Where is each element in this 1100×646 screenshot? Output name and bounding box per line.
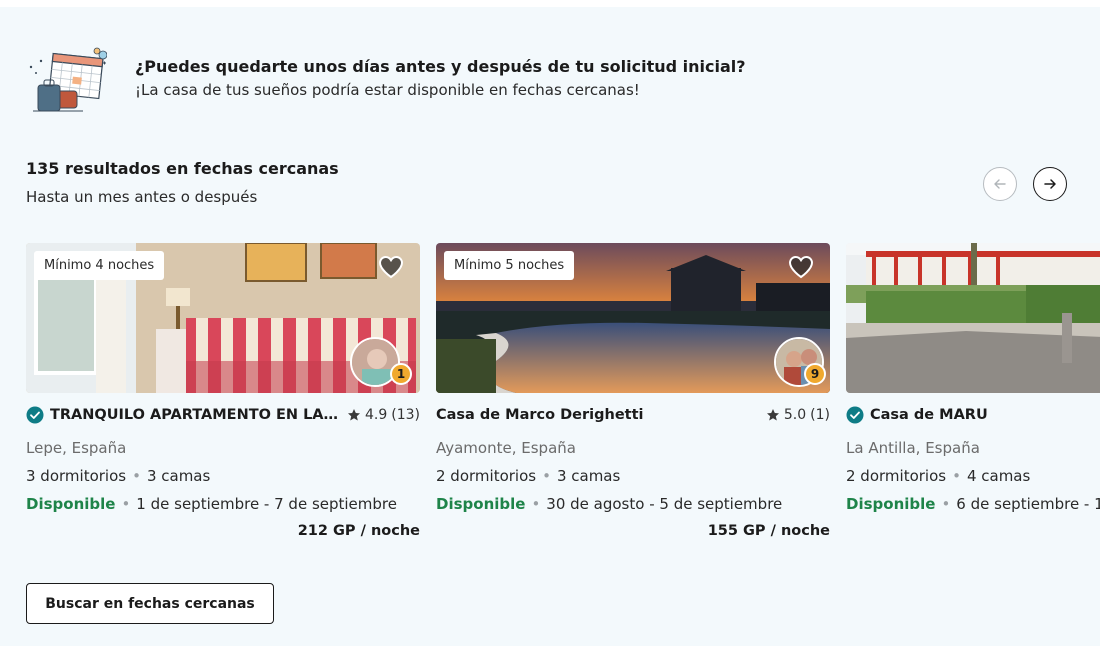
arrow-left-icon	[994, 179, 1006, 189]
rating-value: 4.9	[364, 407, 388, 423]
listing-photo[interactable]	[846, 243, 1100, 393]
listing-photo[interactable]: Mínimo 4 noches 1	[26, 243, 420, 393]
rating-count: (1)	[810, 407, 830, 423]
min-nights-badge: Mínimo 4 noches	[34, 251, 165, 280]
beds: 3 camas	[556, 467, 621, 485]
arrow-right-icon	[1044, 179, 1056, 189]
listing-rating: 4.9 (13)	[347, 407, 420, 423]
listing-rooms: 2 dormitorios • 3 camas	[436, 467, 621, 485]
verified-check-icon	[26, 406, 44, 424]
listing-availability: Disponible • 30 de agosto - 5 de septiembr…	[436, 495, 783, 513]
star-icon	[766, 409, 779, 421]
promo-title: ¿Puedes quedarte unos días antes y despu…	[135, 57, 746, 76]
availability-label: Disponible	[436, 495, 526, 513]
listing-location: Ayamonte, España	[436, 439, 576, 457]
star-icon	[347, 409, 360, 421]
verified-check-icon	[846, 406, 864, 424]
listing-location: La Antilla, España	[846, 439, 980, 457]
listing-photo[interactable]: Mínimo 5 noches 9	[436, 243, 830, 393]
rating-count: (13)	[391, 407, 420, 423]
beds: 4 camas	[966, 467, 1031, 485]
favorite-heart-icon[interactable]	[788, 255, 814, 279]
search-nearby-dates-button[interactable]: Buscar en fechas cercanas	[26, 583, 274, 624]
listing-rooms: 3 dormitorios • 3 camas	[26, 467, 211, 485]
listing-location: Lepe, España	[26, 439, 127, 457]
promo-banner: ¿Puedes quedarte unos días antes y despu…	[27, 47, 746, 113]
host-level-badge: 1	[390, 363, 412, 385]
street-house-photo	[846, 243, 1100, 393]
listing-availability: Disponible•6 de septiembre - 12 de septi…	[846, 495, 1100, 513]
availability-dates: 6 de septiembre - 12 de septiembre	[956, 495, 1100, 513]
results-subtitle: Hasta un mes antes o después	[26, 188, 258, 206]
listing-title[interactable]: Casa de MARU	[870, 407, 1100, 423]
beds: 3 camas	[146, 467, 211, 485]
bedrooms: 2 dormitorios	[846, 467, 947, 485]
listing-card[interactable]: Mínimo 5 noches 9 Casa de Marco Derighet…	[436, 243, 830, 539]
listing-title[interactable]: TRANQUILO APARTAMENTO EN LA PLAYA	[50, 407, 341, 423]
listing-card[interactable]: Mínimo 4 noches 1 TRANQUILO APARTAMENTO …	[26, 243, 420, 539]
listing-rating: 5.0 (1)	[766, 407, 830, 423]
carousel-next-button[interactable]	[1033, 167, 1067, 201]
min-nights-badge: Mínimo 5 noches	[444, 251, 575, 280]
listing-price: 212 GP / noche	[297, 523, 420, 539]
listing-card[interactable]: Casa de MARU La Antilla, España 2 dormit…	[846, 243, 1100, 513]
availability-label: Disponible	[846, 495, 936, 513]
host-level-badge: 9	[804, 363, 826, 385]
bedrooms: 2 dormitorios	[436, 467, 537, 485]
calendar-luggage-icon	[29, 47, 107, 112]
listing-availability: Disponible • 1 de septiembre - 7 de septie…	[26, 495, 397, 513]
availability-dates: 30 de agosto - 5 de septiembre	[546, 495, 783, 513]
rating-value: 5.0	[783, 407, 807, 423]
listing-price: 155 GP / noche	[707, 523, 830, 539]
carousel-prev-button[interactable]	[983, 167, 1017, 201]
availability-label: Disponible	[26, 495, 116, 513]
availability-dates: 1 de septiembre - 7 de septiembre	[136, 495, 397, 513]
promo-subtitle: ¡La casa de tus sueños podría estar disp…	[135, 81, 640, 99]
results-title: 135 resultados en fechas cercanas	[26, 159, 339, 178]
nearby-dates-panel: ¿Puedes quedarte unos días antes y despu…	[0, 7, 1100, 646]
listing-title[interactable]: Casa de Marco Derighetti	[436, 407, 760, 423]
favorite-heart-icon[interactable]	[378, 255, 404, 279]
listing-rooms: 2 dormitorios • 4 camas	[846, 467, 1031, 485]
bedrooms: 3 dormitorios	[26, 467, 127, 485]
